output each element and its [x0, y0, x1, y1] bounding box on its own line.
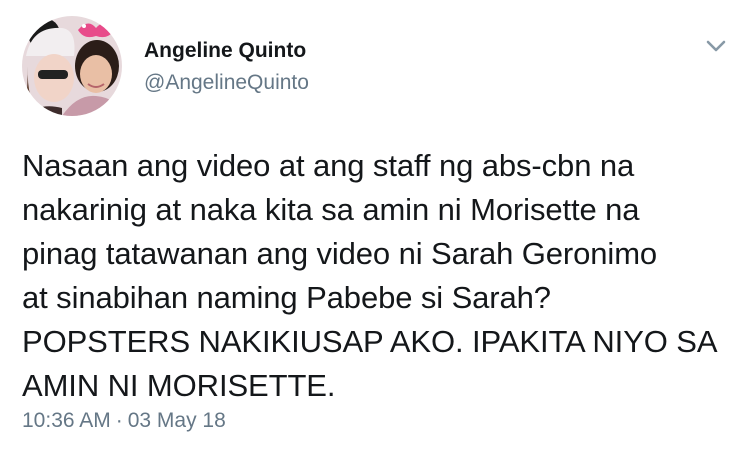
chevron-down-icon [706, 40, 726, 52]
tweet-text: Nasaan ang video at ang staff ng abs-cbn… [22, 148, 718, 403]
author-handle[interactable]: @AngelineQuinto [144, 70, 309, 96]
tweet-date: 03 May 18 [127, 409, 226, 432]
tweet-card: Angeline Quinto @AngelineQuinto Nasaan a… [0, 0, 750, 450]
author-display-name[interactable]: Angeline Quinto [144, 38, 306, 64]
tweet-timestamp[interactable]: 10:36 AM · 03 May 18 [22, 408, 226, 434]
profile-photo-icon [22, 16, 122, 116]
timestamp-separator: · [115, 409, 123, 432]
avatar[interactable] [22, 16, 122, 116]
tweet-time: 10:36 AM [22, 409, 111, 432]
tweet-menu-button[interactable] [702, 32, 730, 60]
